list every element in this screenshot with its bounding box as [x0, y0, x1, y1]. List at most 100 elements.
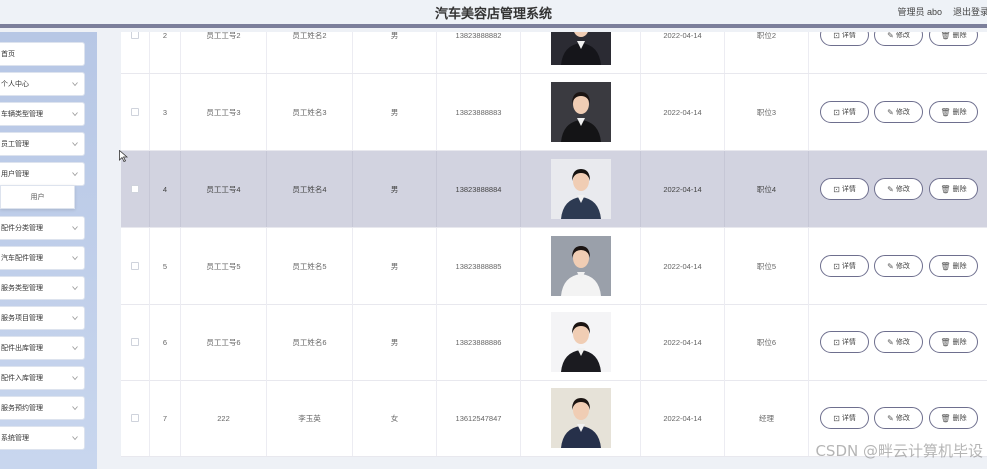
gender-cell-text: 女 [390, 413, 399, 423]
sidebar-item-label: 配件入库管理 [1, 375, 43, 382]
edit-button[interactable]: ✎ 修改 [874, 255, 923, 277]
detail-button[interactable]: ⊡ 详情 [820, 32, 869, 46]
position-cell: 职位4 [725, 151, 809, 227]
gender-cell-text: 男 [390, 337, 399, 347]
employee-name-cell-text: 员工姓名5 [292, 261, 327, 271]
detail-button-label: 详情 [841, 415, 856, 422]
row-checkbox[interactable] [131, 108, 139, 116]
delete-button[interactable]: 🗑 删除 [929, 255, 978, 277]
edit-button-label: 修改 [895, 339, 910, 346]
edit-icon: ✎ [887, 184, 894, 194]
sidebar-item[interactable]: 首页 [0, 42, 85, 66]
table-row[interactable]: 4 员工工号4 员工姓名4 男 13823888884 2022-04-14 职位4 ⊡ 详情 ✎… [121, 151, 987, 228]
delete-button[interactable]: 🗑 删除 [929, 178, 978, 200]
checkbox-cell [121, 151, 150, 227]
edit-button[interactable]: ✎ 修改 [874, 331, 923, 353]
edit-button[interactable]: ✎ 修改 [874, 101, 923, 123]
edit-button[interactable]: ✎ 修改 [874, 407, 923, 429]
row-checkbox[interactable] [131, 262, 139, 270]
phone-cell-text: 13823888886 [455, 337, 502, 347]
employee-no-cell: 员工工号2 [181, 32, 267, 73]
photo-cell [521, 380, 641, 456]
date-cell: 2022-04-14 [641, 304, 725, 380]
edit-button-label: 修改 [895, 32, 910, 39]
date-cell-text: 2022-04-14 [663, 107, 702, 117]
sidebar-item[interactable]: 配件分类管理 [0, 216, 85, 240]
watermark: CSDN @畔云计算机毕设 [815, 442, 983, 460]
chevron-down-icon [72, 346, 78, 351]
sidebar-item[interactable]: 个人中心 [0, 72, 85, 96]
sidebar-item[interactable]: 服务预约管理 [0, 396, 85, 420]
delete-button-label: 删除 [952, 109, 967, 116]
index-cell: 6 [150, 304, 181, 380]
row-checkbox[interactable] [131, 414, 139, 422]
chevron-down-icon [72, 436, 78, 441]
edit-button[interactable]: ✎ 修改 [874, 178, 923, 200]
index-cell-text: 5 [162, 261, 168, 271]
sidebar-item[interactable]: 服务类型管理 [0, 276, 85, 300]
detail-icon: ⊡ [833, 337, 840, 347]
sidebar-item[interactable]: 用户管理 [0, 162, 85, 186]
date-cell-text: 2022-04-14 [663, 32, 702, 40]
photo-cell [521, 151, 641, 227]
delete-button[interactable]: 🗑 删除 [929, 331, 978, 353]
employee-no-cell: 222 [181, 380, 267, 456]
delete-button[interactable]: 🗑 删除 [929, 407, 978, 429]
employee-photo [550, 388, 611, 448]
edit-button[interactable]: ✎ 修改 [874, 32, 923, 46]
detail-button[interactable]: ⊡ 详情 [820, 101, 869, 123]
detail-button[interactable]: ⊡ 详情 [820, 407, 869, 429]
detail-button[interactable]: ⊡ 详情 [820, 178, 869, 200]
delete-button[interactable]: 🗑 删除 [929, 101, 978, 123]
row-checkbox[interactable] [131, 338, 139, 346]
sidebar-item[interactable]: 配件出库管理 [0, 336, 85, 360]
employee-name-cell-text: 员工姓名4 [292, 184, 327, 194]
employee-no-cell-text: 员工工号6 [206, 337, 241, 347]
sidebar-item-label: 用户管理 [1, 171, 29, 178]
employee-name-cell: 员工姓名4 [267, 151, 353, 227]
row-checkbox[interactable] [131, 32, 139, 39]
sidebar-item[interactable]: 服务项目管理 [0, 306, 85, 330]
gender-cell-text: 男 [390, 32, 399, 40]
date-cell: 2022-04-14 [641, 74, 725, 150]
edit-button-label: 修改 [895, 263, 910, 270]
position-cell-text: 职位2 [756, 32, 777, 40]
sidebar-item[interactable]: 汽车配件管理 [0, 246, 85, 270]
index-cell: 2 [150, 32, 181, 73]
sidebar-item[interactable]: 配件入库管理 [0, 366, 85, 390]
sidebar-item[interactable]: 系统管理 [0, 426, 85, 450]
logout-link[interactable]: 退出登录 [953, 5, 987, 18]
employee-name-cell-text: 员工姓名6 [292, 337, 327, 347]
trash-icon: 🗑 [940, 261, 951, 271]
date-cell: 2022-04-14 [641, 380, 725, 456]
submenu-item-user[interactable]: 用户 [0, 185, 75, 209]
table-row[interactable]: 5 员工工号5 员工姓名5 男 13823888885 2022-04-14 职位5 ⊡ 详情 ✎… [121, 228, 987, 305]
phone-cell: 13612547847 [437, 380, 521, 456]
table-row[interactable]: 2 员工工号2 员工姓名2 男 13823888882 2022-04-14 职位2 ⊡ 详情 ✎… [121, 32, 987, 74]
detail-button[interactable]: ⊡ 详情 [820, 331, 869, 353]
sidebar-item-label: 汽车配件管理 [1, 255, 43, 262]
table-row[interactable]: 3 员工工号3 员工姓名3 男 13823888883 2022-04-14 职位3 ⊡ 详情 ✎… [121, 74, 987, 151]
row-checkbox[interactable] [131, 185, 139, 193]
phone-cell-text: 13823888882 [455, 32, 502, 40]
position-cell-text: 职位4 [756, 184, 777, 194]
phone-cell-text: 13823888885 [455, 261, 502, 271]
employee-name-cell: 员工姓名5 [267, 228, 353, 304]
employee-table: 2 员工工号2 员工姓名2 男 13823888882 2022-04-14 职位2 ⊡ 详情 ✎… [121, 32, 987, 457]
phone-cell-text: 13823888883 [455, 107, 502, 117]
employee-photo [550, 312, 611, 372]
edit-button-label: 修改 [895, 109, 910, 116]
sidebar: 首页个人中心车辆类型管理 员工管理用户管理配件分类管理汽车配件管理服务类型管理 服务… [0, 32, 97, 469]
detail-button[interactable]: ⊡ 详情 [820, 255, 869, 277]
index-cell-text: 2 [162, 32, 168, 40]
sidebar-item[interactable]: 车辆类型管理 [0, 102, 85, 126]
gender-cell: 男 [353, 32, 437, 73]
checkbox-cell [121, 74, 150, 150]
table-row[interactable]: 6 员工工号6 员工姓名6 男 13823888886 2022-04-14 职位6 ⊡ 详情 ✎… [121, 304, 987, 381]
delete-button[interactable]: 🗑 删除 [929, 32, 978, 46]
index-cell-text: 6 [162, 337, 168, 347]
sidebar-item[interactable]: 员工管理 [0, 132, 85, 156]
phone-cell-text: 13612547847 [455, 413, 502, 423]
employee-photo [550, 82, 611, 142]
employee-name-cell: 员工姓名2 [267, 32, 353, 73]
